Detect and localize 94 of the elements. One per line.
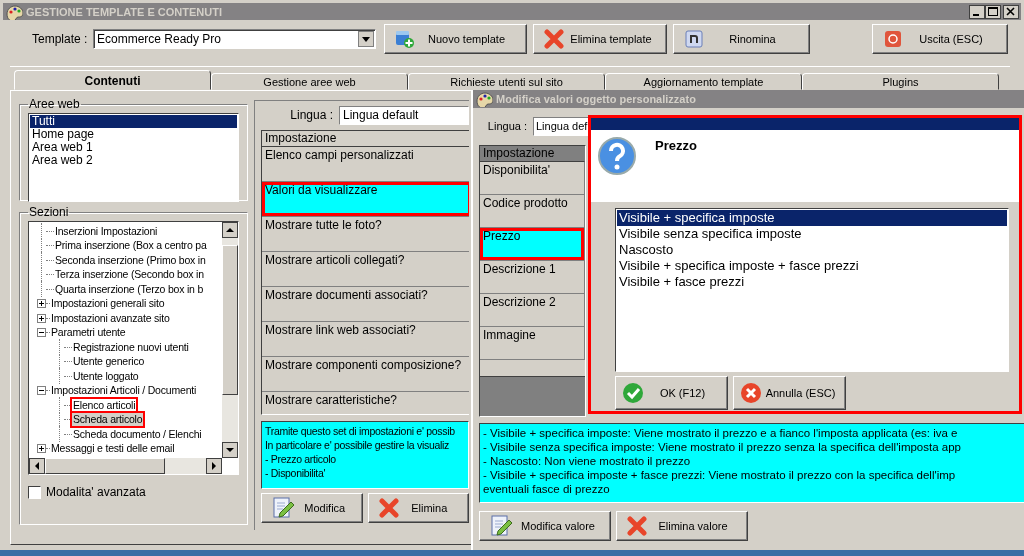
description-text: - Visibile + specifica imposte: Viene mostrato il prezzo e a fianco l'imposta applicata (es: iva e xyxy=(483,426,959,440)
cross-icon xyxy=(544,29,564,49)
scroll-right-icon[interactable] xyxy=(206,458,222,474)
list-item[interactable]: Visibile senza specifica imposte xyxy=(617,226,1007,242)
tree-item[interactable]: Inserzioni Impostazioni xyxy=(54,224,159,238)
tree-item[interactable]: Parametri utente xyxy=(50,326,127,340)
tree-item[interactable]: Messaggi e testi delle email xyxy=(50,442,176,456)
tree-item[interactable]: Utente loggato xyxy=(72,369,140,383)
description-text: - Nascosto: Non viene mostrato il prezzo xyxy=(483,454,692,468)
edit-button[interactable]: Modifica xyxy=(261,493,363,523)
delete-button[interactable]: Elimina template xyxy=(533,24,667,54)
cancel-button[interactable]: Annulla (ESC) xyxy=(733,376,846,410)
tab[interactable]: Gestione aree web xyxy=(211,73,408,90)
scroll-thumb[interactable] xyxy=(45,458,165,474)
edit-button[interactable]: Modifica valore xyxy=(479,511,611,541)
tree-item[interactable]: Impostazioni Articoli / Documenti xyxy=(50,384,198,398)
list-item[interactable]: Home page xyxy=(30,128,237,141)
template-dropdown[interactable]: Ecommerce Ready Pro xyxy=(93,29,376,49)
expand-icon[interactable] xyxy=(37,313,46,323)
tree-item[interactable]: Scheda documento / Elenchi xyxy=(72,427,203,441)
expand-icon[interactable] xyxy=(37,299,46,309)
list-item[interactable]: Visibile + fasce prezzi xyxy=(617,274,1007,290)
list-item[interactable]: Tutti xyxy=(30,115,237,128)
table-cell[interactable]: Prezzo xyxy=(480,228,585,261)
scroll-left-icon[interactable] xyxy=(29,458,45,474)
cross-icon xyxy=(378,498,399,518)
description-text: eventuali fasce di prezzo xyxy=(483,482,611,496)
check-icon xyxy=(622,382,644,404)
question-icon xyxy=(597,136,637,176)
description-text: - Disponibilita' xyxy=(265,466,327,480)
table-cell[interactable]: Descrizione 2 xyxy=(480,294,585,327)
table-cell[interactable]: Codice prodotto xyxy=(480,195,585,228)
table-cell[interactable]: Disponibilita' xyxy=(480,162,585,195)
horizontal-scrollbar[interactable] xyxy=(29,458,222,474)
description-text: In particolare e' possibile gestire la visualiz xyxy=(265,438,450,452)
document-pencil-icon xyxy=(272,496,296,520)
description-text: - Visibile senza specifica imposte: Viene mostrato il prezzo senza la specifica dell'imposta app xyxy=(483,440,962,454)
description-text: - Visibile + specifica imposte + fasce prezzi: Viene mostrato il prezzo con la specifica dell'imp xyxy=(483,468,957,482)
scroll-thumb[interactable] xyxy=(222,245,238,395)
list-item[interactable]: Visibile + specifica imposte + fasce prezzi xyxy=(617,258,1007,274)
tree-item[interactable]: Registrazione nuovi utenti xyxy=(72,340,190,354)
close-icon xyxy=(740,382,762,404)
collapse-icon[interactable] xyxy=(37,386,46,396)
tree-item[interactable]: Terza inserzione (Secondo box in xyxy=(54,268,205,282)
power-icon xyxy=(883,29,903,49)
exit-button[interactable]: Uscita (ESC) xyxy=(872,24,1008,54)
list-item[interactable]: Area web 2 xyxy=(30,154,237,167)
table-cell[interactable]: Immagine xyxy=(480,327,585,360)
scroll-up-icon[interactable] xyxy=(222,222,238,238)
message-title: Prezzo xyxy=(655,138,697,153)
cross-icon xyxy=(627,516,647,536)
minimize-button[interactable] xyxy=(969,4,985,19)
new-button[interactable]: Nuovo template xyxy=(384,24,527,54)
group-title: Aree web xyxy=(28,97,81,111)
document-pencil-icon xyxy=(490,514,514,538)
language-label: Lingua : xyxy=(289,108,334,122)
language-label: Lingua : xyxy=(486,120,528,132)
list-item[interactable]: Nascosto xyxy=(617,242,1007,258)
tree-item[interactable]: Seconda inserzione (Primo box in xyxy=(54,253,207,267)
close-button[interactable] xyxy=(1003,4,1019,19)
tree-item[interactable]: Impostazioni generali sito xyxy=(50,297,166,311)
box-plus-icon xyxy=(395,29,415,49)
collapse-icon[interactable] xyxy=(37,328,46,338)
language-field[interactable]: Lingua default xyxy=(339,105,469,125)
tree-item[interactable]: Utente generico xyxy=(72,355,146,369)
rename-button[interactable]: Rinomina xyxy=(673,24,810,54)
palette-icon xyxy=(5,3,23,20)
tree-item[interactable]: Scheda articolo xyxy=(72,413,144,427)
list-item[interactable]: Area web 1 xyxy=(30,141,237,154)
expand-icon[interactable] xyxy=(37,444,46,454)
delete-button[interactable]: Elimina valore xyxy=(616,511,748,541)
table-cell[interactable]: Descrizione 1 xyxy=(480,261,585,294)
list-item[interactable]: Visibile + specifica imposte xyxy=(617,210,1007,226)
palette-icon xyxy=(475,91,493,107)
tree-item[interactable]: Elenco articoli xyxy=(72,398,137,412)
tree-item[interactable]: Prima inserzione (Box a centro pa xyxy=(54,239,208,253)
tab[interactable]: Contenuti xyxy=(14,70,211,90)
maximize-button[interactable] xyxy=(985,4,1001,19)
group-title: Sezioni xyxy=(28,205,70,219)
tree-item[interactable]: Impostazioni avanzate sito xyxy=(50,311,171,325)
ok-button[interactable]: OK (F12) xyxy=(615,376,728,410)
window-title: GESTIONE TEMPLATE E CONTENUTI xyxy=(26,5,223,18)
checkbox[interactable] xyxy=(28,485,41,499)
delete-button[interactable]: Elimina xyxy=(367,493,469,523)
vertical-scrollbar[interactable] xyxy=(222,222,238,458)
description-text: Tramite questo set di impostazioni e' possib xyxy=(265,424,456,438)
dialog-title: Modifica valori oggetto personalizzato xyxy=(496,93,697,105)
tree-item[interactable]: Quarta inserzione (Terzo box in b xyxy=(54,282,205,296)
scroll-down-icon[interactable] xyxy=(222,442,238,458)
table-cell[interactable]: Valori da visualizzare xyxy=(262,182,469,217)
template-label: Template : xyxy=(32,32,89,46)
description-text: - Prezzo articolo xyxy=(265,452,337,466)
checkbox-label: Modalita' avanzata xyxy=(46,485,146,499)
tile-icon xyxy=(684,29,704,49)
